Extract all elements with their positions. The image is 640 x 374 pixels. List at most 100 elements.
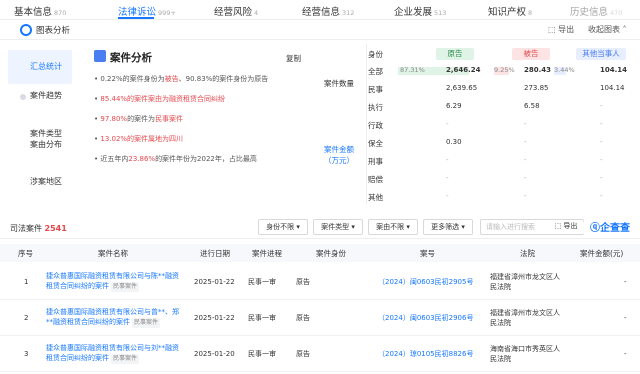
- defendant-value: -: [524, 120, 527, 128]
- tab-operating-info[interactable]: 经营信息 312: [302, 4, 354, 18]
- qcc-logo: ⓠ企查查: [590, 223, 630, 234]
- case-number[interactable]: （2024）闽0603民初2905号: [378, 277, 473, 287]
- sidebar-item-type[interactable]: 案件类型 案由分布: [8, 128, 72, 150]
- collapse-chart-button[interactable]: 收起图表 ˄: [588, 24, 627, 35]
- case-number[interactable]: （2024）琼0105民初8826号: [378, 349, 473, 359]
- defendant-value: 6.58: [524, 102, 540, 110]
- defendant-value: -: [524, 174, 527, 182]
- th-case-no: 案号: [420, 249, 435, 258]
- export-chart-button[interactable]: ⬚ 导出: [548, 24, 574, 35]
- case-stage: 民事一审: [248, 350, 276, 358]
- analysis-bullet: • 97.80%的案件为民事案件: [94, 115, 184, 123]
- plaintiff-header: 原告: [436, 48, 474, 60]
- other-pct: 3.44%: [554, 66, 575, 74]
- plaintiff-pct: 87.31%: [400, 66, 425, 74]
- chart-panel-header: [0, 20, 640, 40]
- case-amount: -: [624, 350, 627, 358]
- stat-row-label: 赔偿: [368, 175, 383, 184]
- case-name[interactable]: 捷众普惠国际融资租赁有限公司与陈**融资租赁合同纠纷的案件 民事案件: [46, 271, 180, 292]
- case-name[interactable]: 捷众普惠国际融资租赁有限公司与刘**融资租赁合同纠纷的案件 民事案件: [46, 343, 180, 364]
- export-cases-button[interactable]: ⬚ 导出: [548, 221, 584, 234]
- tab-operating-risk[interactable]: 经营风险 4: [214, 4, 258, 18]
- row-number: 3: [24, 350, 29, 358]
- case-type-tag: 民事案件: [111, 354, 140, 364]
- plaintiff-value: 6.29: [446, 102, 462, 110]
- analysis-bullet: • 85.44%的案件案由为融资租赁合同纠纷: [94, 95, 226, 103]
- case-name[interactable]: 捷众普惠国际融资租赁有限公司与曾**、郑**融资租赁合同纠纷的案件 民事案件: [46, 307, 180, 328]
- tab-development[interactable]: 企业发展 513: [394, 4, 446, 18]
- judicial-cases-title: 司法案件 2541: [10, 224, 67, 233]
- case-stats-table: 案件数量 案件金额 （万元） 身份 原告 被告 其他当事人 全部 87.31% 2,…: [310, 44, 640, 204]
- copy-button[interactable]: 复制: [286, 53, 301, 64]
- case-date: 2025-01-22: [194, 278, 235, 286]
- tab-legal[interactable]: 法律诉讼 999+: [118, 4, 176, 18]
- case-number[interactable]: （2024）闽0603民初2906号: [378, 313, 473, 323]
- analysis-icon: [94, 50, 106, 62]
- other-value: -: [600, 138, 603, 146]
- cause-filter[interactable]: 案由不限 ▾: [368, 219, 418, 235]
- stat-row-label: 刑事: [368, 157, 383, 166]
- other-value: -: [600, 192, 603, 200]
- analysis-bullet: • 近五年内23.86%的案件年份为2022年，占比最高: [94, 155, 257, 163]
- defendant-pct: 9.25%: [494, 66, 515, 74]
- defendant-header: 被告: [512, 48, 550, 60]
- case-type-filter[interactable]: 案件类型 ▾: [313, 219, 363, 235]
- panel-title: 图表分析: [36, 26, 71, 36]
- case-type-tag: 民事案件: [111, 282, 140, 292]
- analysis-bullet: • 13.02%的案件属地为四川: [94, 135, 184, 143]
- other-value: -: [600, 156, 603, 164]
- row-number: 1: [24, 278, 29, 286]
- defendant-value: -: [524, 138, 527, 146]
- th-amount: 案件金额(元): [580, 249, 624, 258]
- stat-row-label: 行政: [368, 121, 383, 130]
- th-name: 案件名称: [98, 249, 128, 258]
- tab-basic-info[interactable]: 基本信息 870: [14, 4, 66, 18]
- stat-row-label: 保全: [368, 139, 383, 148]
- case-amount: -: [624, 278, 627, 286]
- tab-history[interactable]: 历史信息 470: [570, 4, 622, 18]
- other-value: -: [600, 102, 603, 110]
- defendant-value: 280.43: [524, 66, 552, 74]
- defendant-value: -: [524, 156, 527, 164]
- plaintiff-value: -: [446, 120, 449, 128]
- case-stage: 民事一审: [248, 278, 276, 286]
- chart-analysis-icon: [20, 24, 32, 36]
- stat-row-label: 执行: [368, 103, 383, 112]
- stat-row-label: 全部: [368, 67, 383, 76]
- top-nav: 基本信息 870 法律诉讼 999+ 经营风险 4 经营信息 312 企业发展 513 知…: [0, 0, 640, 20]
- case-date: 2025-01-20: [194, 350, 235, 358]
- court-name: 福建省漳州市龙文区人民法院: [490, 309, 560, 327]
- case-analysis: 案件分析 复制 • 0.22%的案件身份为被告、90.83%的案件身份为原告 •…: [84, 44, 306, 204]
- case-amount-label[interactable]: 案件金额 （万元）: [316, 144, 362, 166]
- stat-row-label: 其他: [368, 193, 383, 202]
- sidebar-item-summary[interactable]: 汇总统计: [8, 50, 72, 84]
- plaintiff-value: 0.30: [446, 138, 462, 146]
- case-role: 原告: [296, 350, 310, 358]
- plaintiff-value: 2,646.24: [446, 66, 481, 74]
- row-number: 2: [24, 314, 29, 322]
- stat-row-label: 民事: [368, 85, 383, 94]
- court-name: 福建省漳州市龙文区人民法院: [490, 273, 560, 291]
- case-count-label: 案件数量: [324, 79, 354, 88]
- other-value: 104.14: [600, 84, 625, 92]
- defendant-value: -: [524, 192, 527, 200]
- case-type-tag: 民事案件: [132, 318, 161, 328]
- plaintiff-value: 2,639.65: [446, 84, 478, 92]
- more-filter[interactable]: 更多筛选 ▾: [423, 219, 473, 235]
- th-date: 进行日期: [200, 249, 230, 258]
- other-value: -: [600, 120, 603, 128]
- tab-ip[interactable]: 知识产权 8: [488, 4, 532, 18]
- role-header: 身份: [368, 50, 383, 59]
- plaintiff-value: -: [446, 156, 449, 164]
- active-tab-indicator: [118, 17, 154, 19]
- sidebar-item-region[interactable]: 涉案地区: [8, 176, 72, 187]
- other-value: 104.14: [600, 66, 628, 74]
- plaintiff-value: -: [446, 174, 449, 182]
- case-stage: 民事一审: [248, 314, 276, 322]
- th-role: 案件身份: [316, 249, 346, 258]
- sidebar-item-trend[interactable]: 案件趋势: [8, 90, 72, 101]
- role-filter[interactable]: 身份不限 ▾: [258, 219, 308, 235]
- other-party-header: 其他当事人: [576, 48, 626, 60]
- defendant-value: 273.85: [524, 84, 549, 92]
- th-stage: 案件进程: [252, 249, 282, 258]
